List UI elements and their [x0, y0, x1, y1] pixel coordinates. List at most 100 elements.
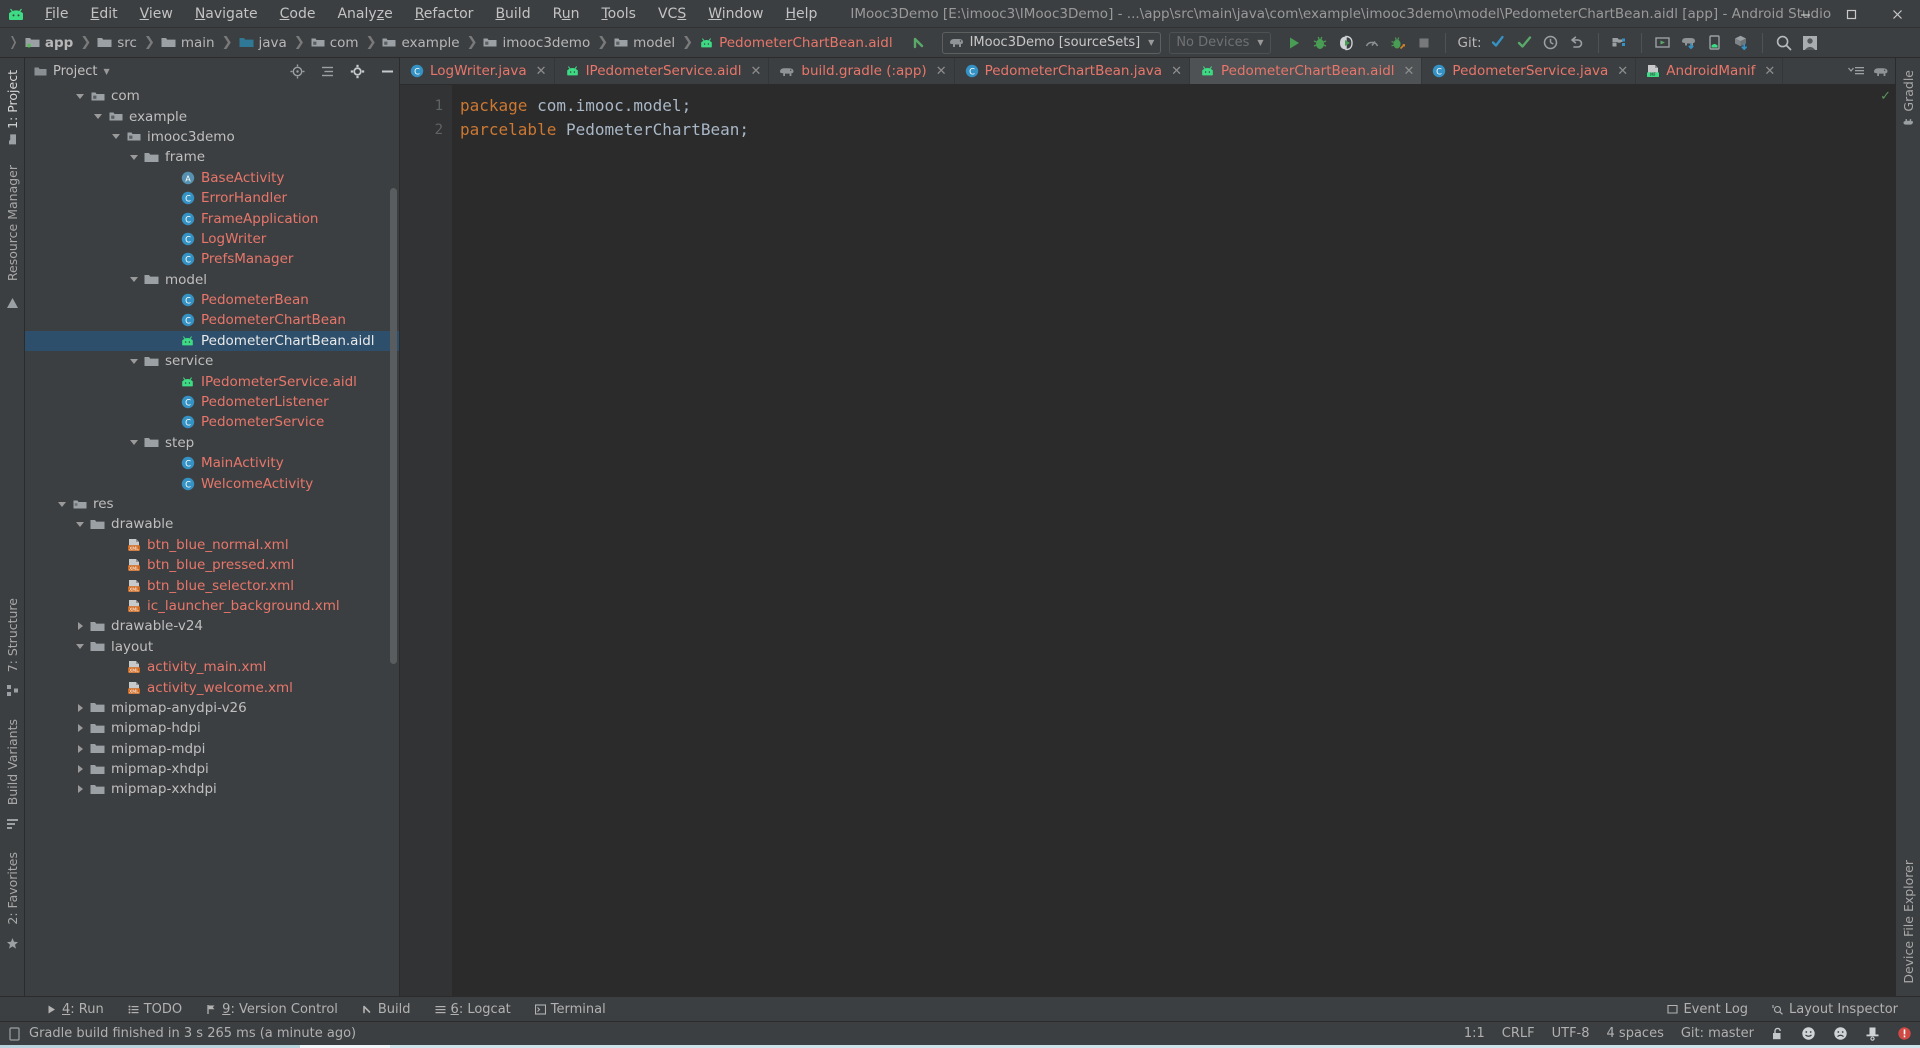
tree-node-pedometerservice[interactable]: C PedometerService	[25, 412, 399, 432]
tool-window-todo[interactable]: TODO	[116, 1000, 194, 1019]
tool-window-run[interactable]: 4: Run	[34, 1000, 116, 1019]
close-icon[interactable]: ✕	[936, 64, 947, 79]
menu-build[interactable]: Build	[484, 3, 541, 25]
tree-node-btn-blue-normal-xml[interactable]: XML btn_blue_normal.xml	[25, 535, 399, 555]
project-structure-button[interactable]	[1607, 31, 1633, 55]
menu-edit[interactable]: Edit	[79, 3, 128, 25]
git-history-button[interactable]	[1538, 31, 1564, 55]
hide-panel-button[interactable]	[375, 60, 399, 82]
tree-node-welcomeactivity[interactable]: C WelcomeActivity	[25, 473, 399, 493]
tree-node-mipmap-xhdpi[interactable]: mipmap-xhdpi	[25, 759, 399, 779]
chevron-right-icon[interactable]	[71, 724, 89, 733]
tree-node-ic-launcher-background-xml[interactable]: XML ic_launcher_background.xml	[25, 596, 399, 616]
close-button[interactable]	[1874, 0, 1920, 28]
close-icon[interactable]: ✕	[1617, 64, 1628, 79]
tree-node-mipmap-hdpi[interactable]: mipmap-hdpi	[25, 718, 399, 738]
menu-view[interactable]: View	[129, 3, 184, 25]
user-account-button[interactable]	[1797, 31, 1823, 55]
close-icon[interactable]: ✕	[1764, 64, 1775, 79]
debug-button[interactable]	[1307, 31, 1333, 55]
run-with-coverage-button[interactable]	[1333, 31, 1359, 55]
breadcrumb-item-model[interactable]: model	[612, 33, 678, 53]
tree-node-pedometerbean[interactable]: C PedometerBean	[25, 290, 399, 310]
menu-window[interactable]: Window	[697, 3, 774, 25]
device-file-explorer-button[interactable]	[1702, 31, 1728, 55]
file-encoding[interactable]: UTF-8	[1552, 1026, 1590, 1041]
breadcrumb-item-main[interactable]: main	[159, 33, 218, 53]
menu-vcs[interactable]: VCS	[647, 3, 697, 25]
tool-tab-device-file-explorer[interactable]: Device File Explorer	[1898, 810, 1919, 990]
chevron-right-icon[interactable]	[71, 744, 89, 753]
chevron-down-icon[interactable]	[125, 154, 143, 160]
tree-node-imooc3demo[interactable]: imooc3demo	[25, 127, 399, 147]
breadcrumb-item-pedometerchartbean-aidl[interactable]: PedometerChartBean.aidl	[697, 33, 896, 53]
editor-tab-build-gradle-app-[interactable]: build.gradle (:app) ✕	[769, 58, 955, 84]
line-separator[interactable]: CRLF	[1502, 1026, 1535, 1041]
chevron-down-icon[interactable]	[89, 114, 107, 120]
menu-run[interactable]: Run	[542, 3, 591, 25]
stop-button[interactable]	[1411, 31, 1437, 55]
tree-node-mipmap-xxhdpi[interactable]: mipmap-xxhdpi	[25, 779, 399, 799]
search-everywhere-button[interactable]	[1771, 31, 1797, 55]
menu-tools[interactable]: Tools	[590, 3, 647, 25]
tool-tab-resource-manager[interactable]: Resource Manager	[2, 159, 23, 287]
close-icon[interactable]: ✕	[1404, 64, 1415, 79]
tree-node-service[interactable]: service	[25, 351, 399, 371]
sad-face-icon[interactable]	[1833, 1026, 1848, 1041]
tool-window-event-log[interactable]: Event Log	[1655, 1000, 1760, 1019]
chevron-down-icon[interactable]	[125, 358, 143, 364]
menu-code[interactable]: Code	[269, 3, 327, 25]
editor-tab-pedometerservice-java[interactable]: C PedometerService.java ✕	[1422, 58, 1637, 84]
menu-analyze[interactable]: Analyze	[326, 3, 403, 25]
chevron-down-icon[interactable]	[53, 501, 71, 507]
code-editor[interactable]: package com.imooc.model; parcelable Pedom…	[452, 85, 1881, 996]
tool-tab-favorites[interactable]: 2: Favorites	[2, 846, 23, 931]
tree-node-drawable-v24[interactable]: drawable-v24	[25, 616, 399, 636]
minimize-button[interactable]	[1782, 0, 1828, 28]
run-configuration-selector[interactable]: IMooc3Demo [sourceSets] ▼	[941, 31, 1162, 54]
project-tree-scrollbar[interactable]	[390, 188, 397, 664]
inspector-hat-icon[interactable]	[1865, 1026, 1880, 1041]
git-update-project-button[interactable]	[1486, 31, 1512, 55]
tree-node-frameapplication[interactable]: C FrameApplication	[25, 208, 399, 228]
close-icon[interactable]: ✕	[536, 64, 547, 79]
tool-window-version-control[interactable]: 9: Version Control	[194, 1000, 350, 1019]
editor-tab-pedometerchartbean-aidl[interactable]: PedometerChartBean.aidl ✕	[1189, 58, 1423, 84]
tree-node-step[interactable]: step	[25, 433, 399, 453]
tool-window-logcat[interactable]: 6: Logcat	[423, 1000, 523, 1019]
chevron-down-icon[interactable]	[71, 521, 89, 527]
menu-refactor[interactable]: Refactor	[404, 3, 485, 25]
tree-node-layout[interactable]: layout	[25, 637, 399, 657]
gradle-icon[interactable]	[1873, 65, 1889, 78]
caret-position[interactable]: 1:1	[1464, 1026, 1485, 1041]
breadcrumb-item-java[interactable]: java	[237, 33, 290, 53]
tool-window-build[interactable]: Build	[350, 1000, 423, 1019]
breadcrumb-item-com[interactable]: com	[309, 33, 362, 53]
tree-node-logwriter[interactable]: C LogWriter	[25, 229, 399, 249]
tree-node-drawable[interactable]: drawable	[25, 514, 399, 534]
tree-node-model[interactable]: model	[25, 270, 399, 290]
tree-node-baseactivity[interactable]: A BaseActivity	[25, 168, 399, 188]
maximize-button[interactable]	[1828, 0, 1874, 28]
settings-gear-icon[interactable]	[345, 60, 369, 82]
tool-tab-structure[interactable]: 7: Structure	[2, 592, 23, 678]
chevron-down-icon[interactable]	[71, 93, 89, 99]
editor-tab-pedometerchartbean-java[interactable]: C PedometerChartBean.java ✕	[955, 58, 1190, 84]
menu-help[interactable]: Help	[774, 3, 828, 25]
git-commit-button[interactable]	[1512, 31, 1538, 55]
tree-node-activity-welcome-xml[interactable]: XML activity_welcome.xml	[25, 677, 399, 697]
error-stripe-marker-gutter[interactable]: ✓	[1880, 85, 1895, 996]
chevron-down-icon[interactable]	[125, 440, 143, 446]
chevron-down-icon[interactable]	[107, 134, 125, 140]
editor-tab-ipedometerservice-aidl[interactable]: IPedometerService.aidl ✕	[555, 58, 770, 84]
chevron-right-icon[interactable]	[71, 703, 89, 712]
tool-window-layout-inspector[interactable]: Layout Inspector	[1760, 1000, 1910, 1019]
tree-node-com[interactable]: com	[25, 86, 399, 106]
error-badge-icon[interactable]	[1897, 1026, 1912, 1041]
tree-node-example[interactable]: example	[25, 106, 399, 126]
lock-icon[interactable]	[1771, 1027, 1784, 1041]
chevron-right-icon[interactable]	[71, 785, 89, 794]
tree-node-mainactivity[interactable]: C MainActivity	[25, 453, 399, 473]
breadcrumb-item-src[interactable]: src	[95, 33, 140, 53]
tab-list-icon[interactable]	[1848, 65, 1865, 78]
